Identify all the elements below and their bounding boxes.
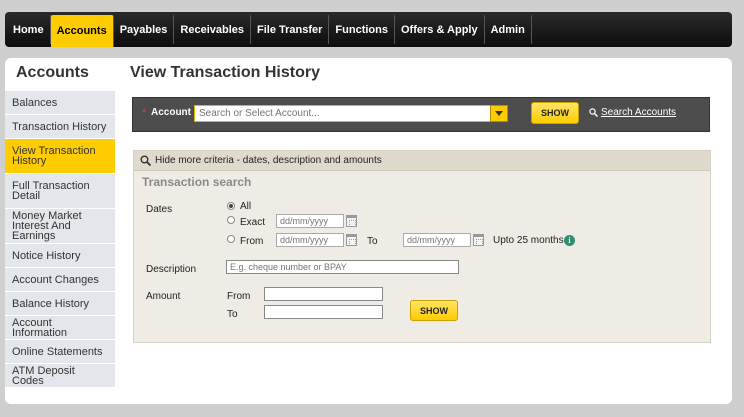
sidebar-title: Accounts <box>16 64 89 81</box>
from-date-input[interactable] <box>276 233 344 247</box>
sidebar-item-full-transaction-detail[interactable]: Full Transaction Detail <box>5 174 115 209</box>
dates-label: Dates <box>146 204 173 215</box>
sidebar-item-balance-history[interactable]: Balance History <box>5 292 115 316</box>
required-marker: * <box>142 107 147 119</box>
account-select-input[interactable] <box>194 105 508 122</box>
sidebar: Balances Transaction History View Transa… <box>5 91 115 388</box>
amount-label: Amount <box>146 291 181 302</box>
account-bar: * Account SHOW Search Accounts <box>132 97 710 132</box>
calendar-icon[interactable] <box>346 215 357 227</box>
sidebar-item-notice-history[interactable]: Notice History <box>5 244 115 268</box>
date-option-from-label: From <box>240 236 264 247</box>
date-to-label: To <box>367 236 378 247</box>
exact-date-input[interactable] <box>276 214 344 228</box>
date-option-exact-label: Exact <box>240 217 266 228</box>
range-note: Upto 25 months <box>493 235 564 246</box>
sidebar-item-online-statements[interactable]: Online Statements <box>5 340 115 364</box>
sidebar-item-account-information[interactable]: Account Information <box>5 316 115 340</box>
description-label: Description <box>146 264 197 275</box>
amount-from-input[interactable] <box>264 287 383 301</box>
info-icon[interactable]: i <box>564 235 575 246</box>
search-accounts-link[interactable]: Search Accounts <box>589 107 676 118</box>
sidebar-item-account-changes[interactable]: Account Changes <box>5 268 115 292</box>
amount-to-input[interactable] <box>264 305 383 319</box>
description-input[interactable] <box>226 260 459 274</box>
account-show-button[interactable]: SHOW <box>531 102 579 124</box>
search-icon <box>589 108 598 117</box>
to-date-input[interactable] <box>403 233 471 247</box>
nav-file-transfer[interactable]: File Transfer <box>251 15 330 44</box>
nav-accounts[interactable]: Accounts <box>50 15 114 47</box>
nav-functions[interactable]: Functions <box>329 15 395 44</box>
page-title: View Transaction History <box>130 64 320 81</box>
calendar-icon[interactable] <box>346 234 357 246</box>
criteria-toggle[interactable]: Hide more criteria - dates, description … <box>134 151 710 171</box>
sidebar-item-atm-deposit-codes[interactable]: ATM Deposit Codes <box>5 364 115 388</box>
chevron-down-icon <box>495 110 503 116</box>
account-label: Account <box>151 107 191 118</box>
nav-offers-apply[interactable]: Offers & Apply <box>395 15 485 44</box>
date-option-exact-radio[interactable] <box>227 216 235 224</box>
nav-receivables[interactable]: Receivables <box>174 15 251 44</box>
date-option-all-radio[interactable] <box>227 202 235 210</box>
amount-from-label: From <box>227 291 251 302</box>
account-dropdown-button[interactable] <box>490 105 508 122</box>
sidebar-item-money-market[interactable]: Money Market Interest And Earnings <box>5 209 115 244</box>
nav-payables[interactable]: Payables <box>114 15 175 44</box>
nav-admin[interactable]: Admin <box>485 15 532 44</box>
calendar-icon[interactable] <box>473 234 484 246</box>
date-option-all-label: All <box>240 201 252 212</box>
nav-home[interactable]: Home <box>7 15 51 44</box>
criteria-show-button[interactable]: SHOW <box>410 300 458 321</box>
magnifier-icon <box>140 155 151 166</box>
top-nav: Home Accounts Payables Receivables File … <box>5 12 732 47</box>
section-title: Transaction search <box>142 175 252 189</box>
criteria-toggle-label: Hide more criteria - dates, description … <box>155 155 382 166</box>
amount-to-label: To <box>227 309 238 320</box>
search-accounts-label: Search Accounts <box>601 107 677 118</box>
sidebar-item-view-transaction-history[interactable]: View Transaction History <box>5 139 115 174</box>
date-option-from-radio[interactable] <box>227 235 235 243</box>
sidebar-item-balances[interactable]: Balances <box>5 91 115 115</box>
sidebar-item-transaction-history[interactable]: Transaction History <box>5 115 115 139</box>
criteria-box: Hide more criteria - dates, description … <box>133 150 711 343</box>
